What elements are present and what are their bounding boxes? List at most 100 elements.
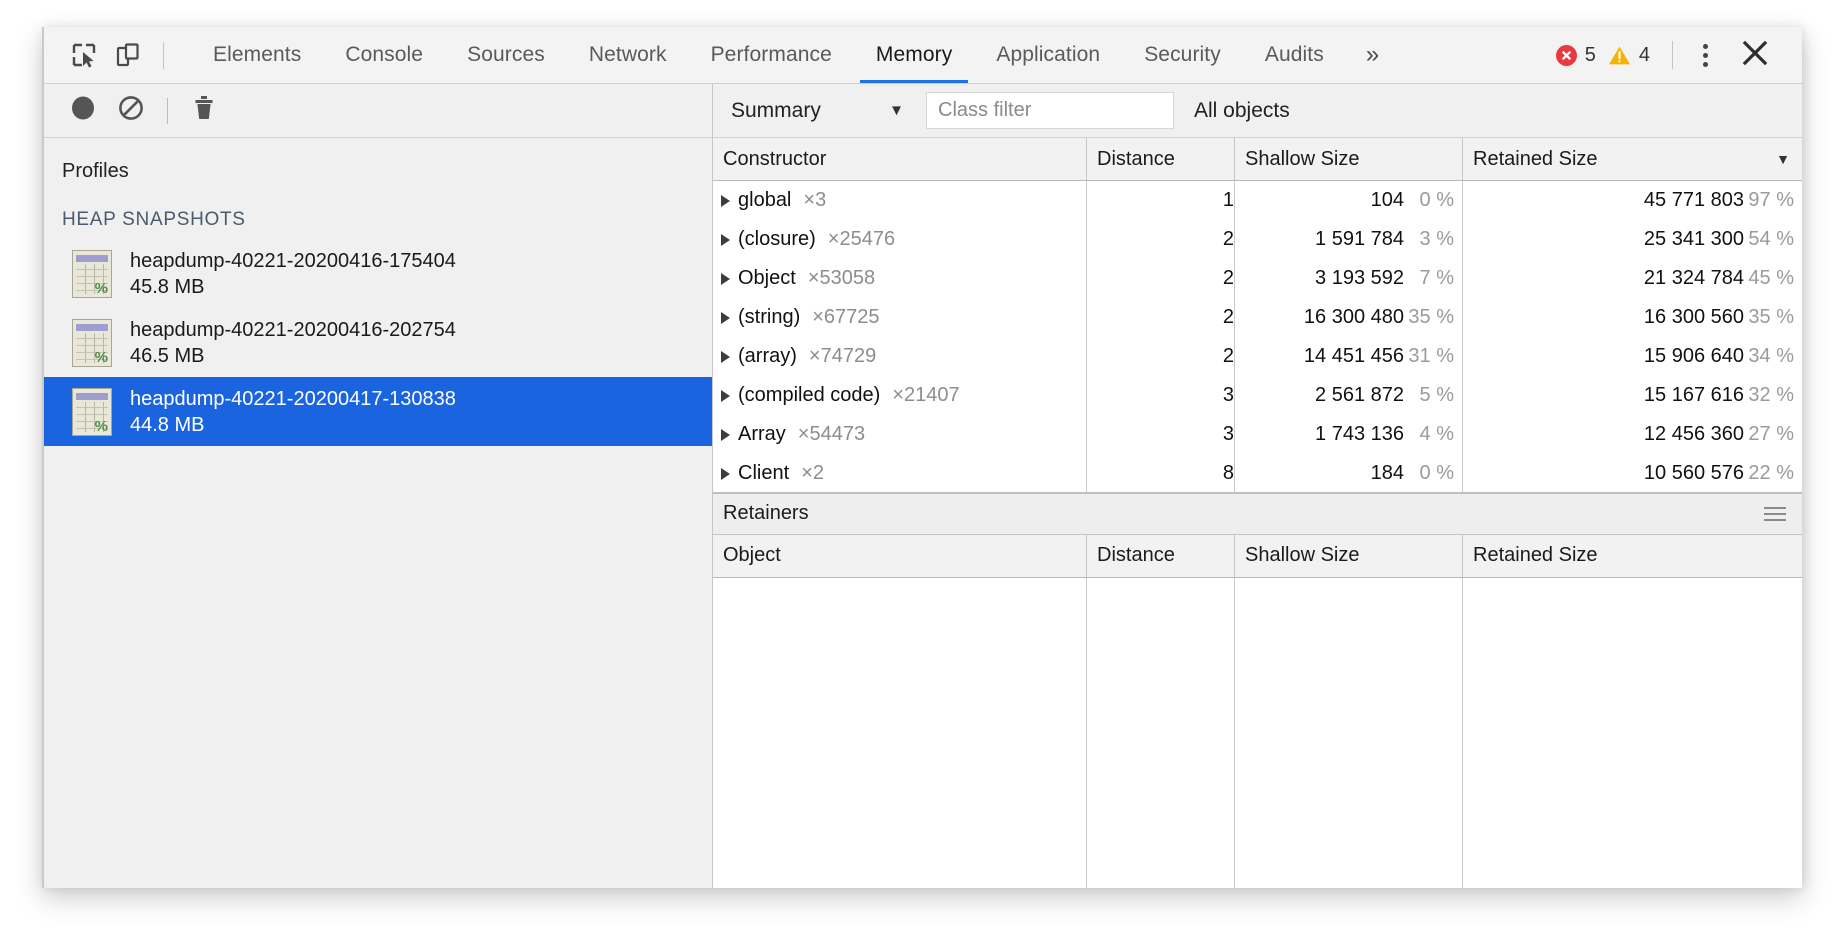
device-toolbar-button[interactable]	[106, 33, 150, 77]
shallow-size-value: 1 591 784	[1315, 228, 1404, 250]
constructor-count: ×3	[803, 189, 827, 211]
column-label: Retained Size	[1473, 544, 1598, 566]
object-filter-select[interactable]: All objects	[1194, 99, 1290, 123]
cell-retained-size: 10 560 576 22 %	[1463, 454, 1802, 492]
table-row[interactable]: Client ×2 8 184 0 % 10 560 576 22 %	[713, 454, 1802, 492]
cell-distance: 2	[1087, 220, 1235, 259]
retained-size-percent: 22 %	[1748, 462, 1794, 484]
expand-triangle-icon[interactable]	[721, 272, 730, 285]
profiles-list: Profiles HEAP SNAPSHOTS % heapdump-40221…	[44, 138, 712, 888]
toolbar-divider	[163, 41, 164, 69]
table-row[interactable]: (compiled code) ×21407 3 2 561 872 5 % 1…	[713, 376, 1802, 415]
clear-button[interactable]	[107, 87, 155, 135]
constructor-count: ×53058	[807, 267, 876, 289]
warning-count-button[interactable]: 4	[1602, 44, 1656, 67]
tab-console[interactable]: Console	[323, 27, 445, 83]
tab-label: Application	[996, 43, 1101, 66]
column-header-constructor[interactable]: Constructor	[713, 138, 1087, 180]
expand-triangle-icon[interactable]	[721, 311, 730, 324]
expand-triangle-icon[interactable]	[721, 194, 730, 207]
snapshot-size: 44.8 MB	[130, 413, 205, 436]
snapshot-item-selected[interactable]: % heapdump-40221-20200417-130838 44.8 MB	[44, 377, 712, 446]
shallow-size-percent: 31 %	[1408, 345, 1454, 367]
tab-network[interactable]: Network	[567, 27, 689, 83]
error-count-button[interactable]: 5	[1550, 44, 1602, 67]
table-row[interactable]: Object ×53058 2 3 193 592 7 % 21 324 784…	[713, 259, 1802, 298]
column-header-object[interactable]: Object	[713, 534, 1087, 577]
tab-label: Sources	[467, 43, 545, 66]
view-mode-label: Summary	[731, 98, 821, 122]
constructor-name: (compiled code)	[738, 384, 881, 406]
column-header-distance[interactable]: Distance	[1087, 534, 1235, 577]
more-options-button[interactable]	[1689, 36, 1722, 75]
table-row[interactable]: (string) ×67725 2 16 300 480 35 % 16 300…	[713, 298, 1802, 337]
expand-triangle-icon[interactable]	[721, 233, 730, 246]
column-label: Distance	[1097, 544, 1175, 566]
tab-audits[interactable]: Audits	[1243, 27, 1346, 83]
table-row[interactable]: Array ×54473 3 1 743 136 4 % 12 456 360 …	[713, 415, 1802, 454]
record-button[interactable]	[59, 87, 107, 135]
column-header-shallow-size[interactable]: Shallow Size	[1235, 138, 1463, 180]
column-header-retained-size[interactable]: Retained Size ▼	[1463, 138, 1802, 180]
more-tabs-button[interactable]: »	[1346, 27, 1399, 83]
table-row[interactable]: global ×3 1 104 0 % 45 771 803 97 %	[713, 181, 1802, 220]
snapshot-item[interactable]: % heapdump-40221-20200416-175404 45.8 MB	[44, 239, 712, 308]
inspect-element-icon	[71, 42, 97, 68]
constructor-name: Object	[738, 267, 796, 289]
tab-sources[interactable]: Sources	[445, 27, 567, 83]
hamburger-menu-icon[interactable]	[1764, 506, 1786, 521]
retainers-grid-header: Object Distance Shallow Size Retained Si…	[713, 534, 1802, 578]
devtools-window: Elements Console Sources Network Perform…	[42, 27, 1802, 888]
heap-snapshots-section-label: HEAP SNAPSHOTS	[62, 209, 246, 230]
expand-triangle-icon[interactable]	[721, 350, 730, 363]
cell-shallow-size: 104 0 %	[1235, 181, 1463, 220]
error-count-label: 5	[1584, 43, 1596, 66]
tab-performance[interactable]: Performance	[689, 27, 854, 83]
retained-size-value: 25 341 300	[1643, 228, 1744, 250]
tab-memory[interactable]: Memory	[854, 27, 974, 83]
tab-application[interactable]: Application	[974, 27, 1122, 83]
retained-size-percent: 54 %	[1748, 228, 1794, 250]
cell-shallow-size: 14 451 456 31 %	[1235, 337, 1463, 376]
snapshot-item[interactable]: % heapdump-40221-20200416-202754 46.5 MB	[44, 308, 712, 377]
expand-triangle-icon[interactable]	[721, 467, 730, 480]
cell-distance: 8	[1087, 454, 1235, 492]
tab-label: Performance	[710, 43, 832, 66]
constructor-name: global	[738, 189, 792, 211]
more-options-icon	[1703, 43, 1708, 49]
tab-elements[interactable]: Elements	[191, 27, 323, 83]
shallow-size-value: 184	[1370, 462, 1404, 484]
table-row[interactable]: (array) ×74729 2 14 451 456 31 % 15 906 …	[713, 337, 1802, 376]
column-label: Shallow Size	[1245, 544, 1360, 566]
shallow-size-percent: 5 %	[1419, 384, 1454, 406]
expand-triangle-icon[interactable]	[721, 389, 730, 402]
constructor-name: (array)	[738, 345, 797, 367]
class-filter-input[interactable]	[926, 92, 1174, 129]
constructor-count: ×2	[801, 462, 824, 484]
tab-security[interactable]: Security	[1122, 27, 1243, 83]
inspect-element-button[interactable]	[62, 33, 106, 77]
retainers-column-shallow-size	[1235, 577, 1463, 888]
delete-snapshot-button[interactable]	[180, 87, 228, 135]
constructors-grid: Constructor Distance Shallow Size Retain…	[713, 138, 1802, 492]
shallow-size-percent: 0 %	[1419, 189, 1454, 211]
cell-retained-size: 12 456 360 27 %	[1463, 415, 1802, 454]
view-mode-select[interactable]: Summary ▼	[727, 90, 912, 132]
tab-label: Audits	[1264, 43, 1324, 66]
table-row[interactable]: (closure) ×25476 2 1 591 784 3 % 25 341 …	[713, 220, 1802, 259]
expand-triangle-icon[interactable]	[721, 428, 730, 441]
heap-snapshot-icon: %	[72, 318, 112, 367]
column-header-distance[interactable]: Distance	[1087, 138, 1235, 180]
warning-triangle-icon	[1608, 45, 1631, 66]
close-devtools-button[interactable]	[1722, 32, 1780, 79]
retained-size-value: 16 300 560	[1643, 306, 1744, 328]
heap-profile-view: Summary ▼ All objects Constructor Distan…	[713, 84, 1802, 888]
cell-shallow-size: 1 743 136 4 %	[1235, 415, 1463, 454]
shallow-size-percent: 3 %	[1419, 228, 1454, 250]
heap-snapshot-icon: %	[72, 249, 112, 298]
column-header-shallow-size[interactable]: Shallow Size	[1235, 534, 1463, 577]
column-label: Retained Size	[1473, 147, 1598, 170]
constructor-name: (closure)	[738, 228, 816, 250]
column-header-retained-size[interactable]: Retained Size	[1463, 535, 1802, 577]
shallow-size-value: 14 451 456	[1303, 345, 1404, 367]
